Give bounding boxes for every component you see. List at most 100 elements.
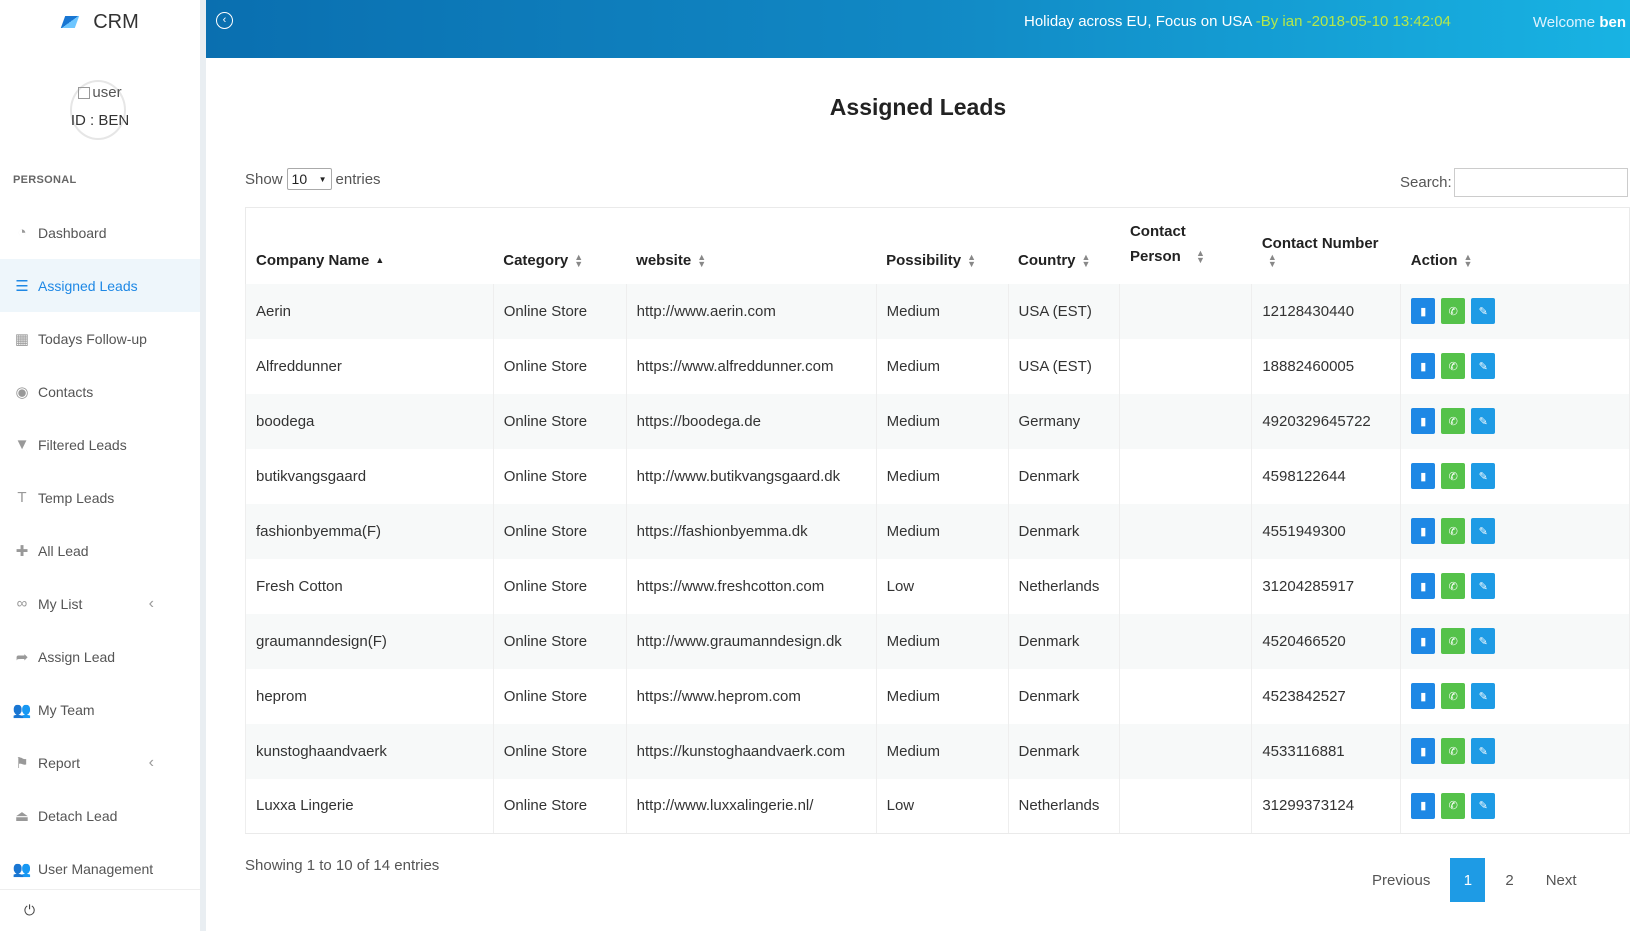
- call-button[interactable]: ✆: [1441, 573, 1466, 599]
- edit-button[interactable]: ✎: [1471, 792, 1496, 819]
- sidebar-item-user-management[interactable]: 👥 User Management: [0, 842, 200, 895]
- sidebar-item-report[interactable]: ⚑ Report ‹: [0, 736, 200, 789]
- call-button[interactable]: ✆: [1441, 353, 1466, 379]
- phone-icon: ✆: [1448, 800, 1458, 813]
- website-link[interactable]: https://kunstoghaandvaerk.com: [625, 723, 877, 779]
- sidebar-item-detach-lead[interactable]: ⏏ Detach Lead: [0, 789, 200, 842]
- contact-number-link[interactable]: 31204285917: [1251, 558, 1401, 614]
- column-header[interactable]: website ▲ ▼: [626, 207, 877, 284]
- collapse-sidebar-icon[interactable]: ‹: [216, 12, 233, 29]
- contact-number-link[interactable]: 4598122644: [1251, 448, 1401, 504]
- bookmark-button[interactable]: ▮: [1411, 298, 1436, 324]
- call-button[interactable]: ✆: [1441, 463, 1466, 489]
- team-icon: 👥: [12, 701, 32, 719]
- action-cell: ▮ ✆ ✎: [1400, 668, 1630, 724]
- entries-length-control: Show 10 ▼ entries: [245, 168, 381, 190]
- edit-button[interactable]: ✎: [1471, 408, 1496, 434]
- logout-button[interactable]: ⏻: [0, 889, 200, 931]
- bookmark-button[interactable]: ▮: [1411, 518, 1436, 544]
- edit-button[interactable]: ✎: [1471, 518, 1496, 544]
- sidebar-item-my-list[interactable]: ∞ My List ‹: [0, 577, 200, 630]
- bookmark-icon: ▮: [1420, 635, 1427, 648]
- contact-number-link[interactable]: 4551949300: [1251, 503, 1401, 559]
- phone-icon: ✆: [1448, 745, 1458, 758]
- column-header[interactable]: Category ▲ ▼: [493, 207, 627, 284]
- sidebar-item-dashboard[interactable]: ◔ Dashboard: [0, 206, 200, 259]
- website-link[interactable]: http://www.butikvangsgaard.dk: [625, 448, 877, 504]
- website-link[interactable]: https://fashionbyemma.dk: [625, 503, 877, 559]
- edit-button[interactable]: ✎: [1471, 353, 1496, 379]
- edit-button[interactable]: ✎: [1471, 683, 1496, 709]
- sidebar-item-contacts[interactable]: ◉ Contacts: [0, 365, 200, 418]
- bookmark-button[interactable]: ▮: [1411, 408, 1436, 434]
- sidebar-item-temp-leads[interactable]: T Temp Leads: [0, 471, 200, 524]
- action-cell: ▮ ✆ ✎: [1400, 613, 1630, 669]
- contact-person-cell: [1119, 393, 1252, 449]
- sidebar-item-all-lead[interactable]: ✚ All Lead: [0, 524, 200, 577]
- welcome-user[interactable]: Welcome ben: [1533, 14, 1626, 31]
- main-content: Assigned Leads Show 10 ▼ entries Search: …: [206, 58, 1630, 931]
- call-button[interactable]: ✆: [1441, 298, 1466, 324]
- column-header[interactable]: Contact Person ▲ ▼: [1119, 207, 1252, 284]
- entries-select[interactable]: 10 ▼: [286, 168, 332, 190]
- next-page-button[interactable]: Next: [1530, 872, 1593, 889]
- bookmark-button[interactable]: ▮: [1411, 738, 1436, 764]
- website-link[interactable]: https://www.heprom.com: [625, 668, 877, 724]
- contact-number-link[interactable]: 4520466520: [1251, 613, 1401, 669]
- call-button[interactable]: ✆: [1441, 738, 1466, 764]
- column-header[interactable]: Contact Number▲ ▼: [1251, 207, 1401, 284]
- website-link[interactable]: https://boodega.de: [625, 393, 877, 449]
- sidebar-item-assign-lead[interactable]: ➦ Assign Lead: [0, 630, 200, 683]
- contact-number-link[interactable]: 4920329645722: [1251, 393, 1401, 449]
- sort-icon: ▲ ▼: [1081, 251, 1091, 269]
- edit-button[interactable]: ✎: [1471, 463, 1496, 489]
- call-button[interactable]: ✆: [1441, 628, 1466, 654]
- website-link[interactable]: https://www.freshcotton.com: [625, 558, 877, 614]
- search-input[interactable]: [1453, 168, 1628, 197]
- bookmark-button[interactable]: ▮: [1411, 628, 1436, 654]
- bookmark-button[interactable]: ▮: [1411, 573, 1436, 599]
- contact-number-link[interactable]: 4533116881: [1251, 723, 1401, 779]
- call-button[interactable]: ✆: [1441, 792, 1466, 819]
- website-link[interactable]: https://www.alfreddunner.com: [625, 338, 877, 394]
- row-actions: ▮ ✆ ✎: [1411, 683, 1619, 709]
- edit-button[interactable]: ✎: [1471, 298, 1496, 324]
- bookmark-button[interactable]: ▮: [1411, 792, 1436, 819]
- edit-button[interactable]: ✎: [1471, 573, 1496, 599]
- page-button-current[interactable]: 1: [1450, 858, 1486, 902]
- website-link[interactable]: http://www.aerin.com: [625, 283, 877, 339]
- column-header[interactable]: Country ▲ ▼: [1008, 207, 1120, 284]
- bookmark-button[interactable]: ▮: [1411, 683, 1436, 709]
- contact-number-link[interactable]: 18882460005: [1251, 338, 1401, 394]
- contact-number-link[interactable]: 12128430440: [1251, 283, 1401, 339]
- column-header[interactable]: Possibility ▲ ▼: [876, 207, 1008, 284]
- sidebar: CRM user ID : BEN PERSONAL ◔ Dashboard ☰ As…: [0, 0, 206, 931]
- website-link[interactable]: http://www.graumanndesign.dk: [625, 613, 877, 669]
- edit-button[interactable]: ✎: [1471, 628, 1496, 654]
- brand[interactable]: CRM: [0, 0, 200, 44]
- contact-number-link[interactable]: 4523842527: [1251, 668, 1401, 724]
- call-button[interactable]: ✆: [1441, 408, 1466, 434]
- contact-person-cell: [1119, 778, 1252, 834]
- page-button[interactable]: 2: [1489, 872, 1529, 889]
- category-cell: Online Store: [492, 283, 627, 339]
- action-cell: ▮ ✆ ✎: [1400, 393, 1630, 449]
- previous-page-button[interactable]: Previous: [1356, 872, 1446, 889]
- edit-button[interactable]: ✎: [1471, 738, 1496, 764]
- website-link[interactable]: http://www.luxxalingerie.nl/: [625, 778, 877, 834]
- sidebar-item-my-team[interactable]: 👥 My Team: [0, 683, 200, 736]
- bookmark-button[interactable]: ▮: [1411, 463, 1436, 489]
- contact-number-link[interactable]: 31299373124: [1251, 778, 1401, 834]
- sidebar-item-todays-follow-up[interactable]: ▦ Todays Follow-up: [0, 312, 200, 365]
- call-button[interactable]: ✆: [1441, 518, 1466, 544]
- sidebar-item-assigned-leads[interactable]: ☰ Assigned Leads: [0, 259, 200, 312]
- contact-person-cell: [1119, 338, 1252, 394]
- bookmark-button[interactable]: ▮: [1411, 353, 1436, 379]
- call-button[interactable]: ✆: [1441, 683, 1466, 709]
- chevron-left-icon: ‹: [148, 594, 154, 612]
- column-header[interactable]: Company Name ▲: [245, 207, 494, 284]
- column-header[interactable]: Action ▲ ▼: [1400, 207, 1630, 284]
- sidebar-item-filtered-leads[interactable]: ▼ Filtered Leads: [0, 418, 200, 471]
- sidebar-item-label: Contacts: [38, 383, 94, 400]
- column-header-label: Action: [1410, 251, 1458, 269]
